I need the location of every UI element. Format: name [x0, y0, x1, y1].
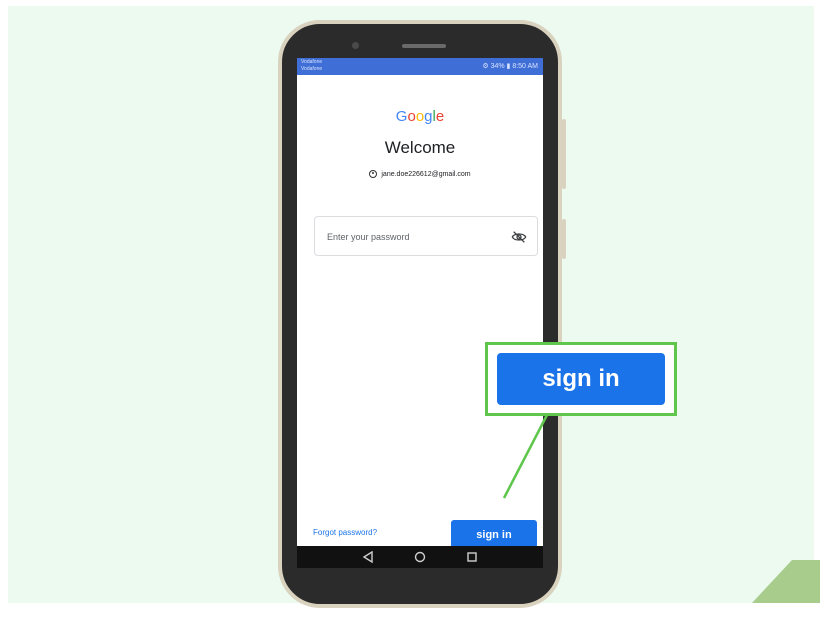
logo-letter: o [415, 108, 425, 125]
power-button [562, 219, 566, 259]
logo-letter: e [435, 108, 445, 125]
password-field[interactable] [314, 216, 538, 256]
logo-letter: G [395, 108, 408, 125]
logo-letter: g [424, 108, 433, 125]
page-title: Welcome [384, 138, 456, 157]
speaker-grille [402, 44, 446, 48]
account-circle-icon [369, 170, 378, 178]
logo-letter: o [407, 108, 416, 125]
carrier-label: Vodafone Vodafone [301, 59, 323, 72]
front-camera [352, 42, 359, 49]
recents-square-icon[interactable] [465, 550, 479, 564]
eye-off-icon[interactable] [511, 229, 527, 245]
phone-device: Vodafone Vodafone ⚙ 34% ▮ 8:50 AM Google… [278, 20, 566, 608]
forgot-password-link[interactable]: Forgot password? [313, 528, 377, 537]
volume-button [562, 119, 566, 189]
phone-screen: Vodafone Vodafone ⚙ 34% ▮ 8:50 AM Google… [297, 58, 543, 568]
callout-sign-in-button: sign in [497, 353, 665, 405]
status-indicators: ⚙ 34% ▮ 8:50 AM [482, 63, 538, 70]
password-input[interactable] [325, 227, 499, 247]
account-chip[interactable]: jane.doe226612@gmail.com [297, 170, 543, 178]
android-nav-bar [297, 546, 543, 568]
account-email: jane.doe226612@gmail.com [381, 170, 471, 178]
sign-in-button[interactable]: sign in [451, 520, 537, 548]
status-bar: Vodafone Vodafone ⚙ 34% ▮ 8:50 AM [297, 58, 543, 75]
home-circle-icon[interactable] [413, 550, 427, 564]
google-logo: Google [297, 108, 543, 125]
back-triangle-icon[interactable] [361, 550, 375, 564]
callout-highlight: sign in [485, 342, 677, 416]
